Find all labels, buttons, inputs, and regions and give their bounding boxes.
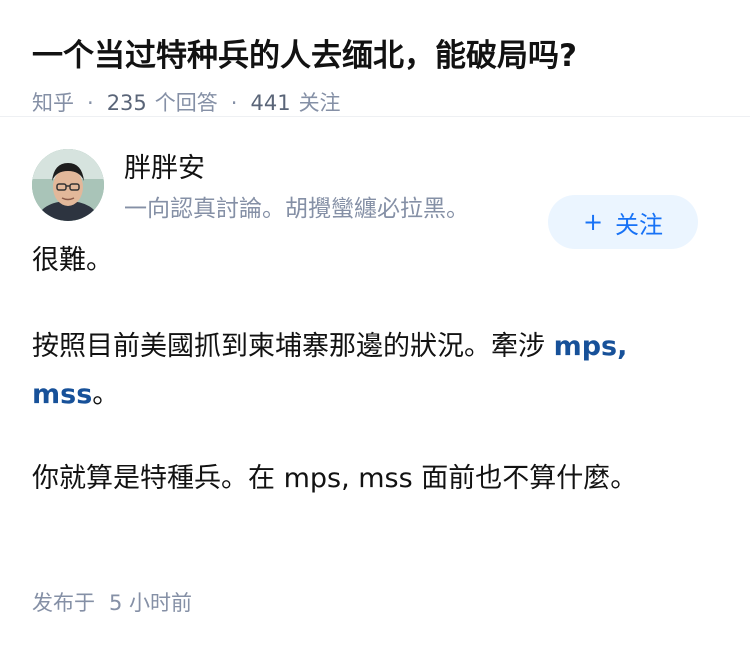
mss-link[interactable]: mss <box>32 379 92 410</box>
author-name[interactable]: 胖胖安 <box>124 151 205 187</box>
link-separator: , <box>617 331 628 362</box>
plus-icon: + <box>582 208 604 236</box>
mps-link[interactable]: mps <box>554 331 618 362</box>
question-header: 一个当过特种兵的人去缅北，能破局吗? 知乎 · 235 个回答 · 441 关注 <box>0 0 750 117</box>
answer-content: 很難。 按照目前美國抓到柬埔寨那邊的狀況。牽涉 mps, mss。 你就算是特種… <box>0 237 750 503</box>
follow-label: 关注 <box>615 210 664 239</box>
answer-text: 按照目前美國抓到柬埔寨那邊的狀況。牽涉 <box>32 331 554 362</box>
question-meta: 知乎 · 235 个回答 · 441 关注 <box>32 88 718 118</box>
source-label[interactable]: 知乎 <box>32 88 74 118</box>
question-title[interactable]: 一个当过特种兵的人去缅北，能破局吗? <box>32 34 718 78</box>
followers-label[interactable]: 关注 <box>299 88 341 118</box>
author-bio: 一向認真討論。胡攪蠻纏必拉黑。 <box>124 196 469 222</box>
avatar-image <box>32 149 104 221</box>
meta-separator: · <box>87 91 94 115</box>
publish-time-value: 5 小时前 <box>109 591 193 615</box>
answer-paragraph: 按照目前美國抓到柬埔寨那邊的狀況。牽涉 mps, mss。 <box>32 323 718 419</box>
followers-count: 441 <box>250 91 291 115</box>
publish-label: 发布于 <box>32 591 95 615</box>
meta-separator: · <box>230 91 238 115</box>
answers-count: 235 <box>106 91 147 115</box>
follow-button[interactable]: + 关注 <box>548 195 698 249</box>
publish-time[interactable]: 发布于 5 小时前 <box>32 588 192 618</box>
avatar[interactable] <box>32 149 104 221</box>
answer-paragraph: 你就算是特種兵。在 mps, mss 面前也不算什麼。 <box>32 463 638 494</box>
answer-text-end: 。 <box>92 379 120 410</box>
answers-label[interactable]: 个回答 <box>155 88 218 118</box>
